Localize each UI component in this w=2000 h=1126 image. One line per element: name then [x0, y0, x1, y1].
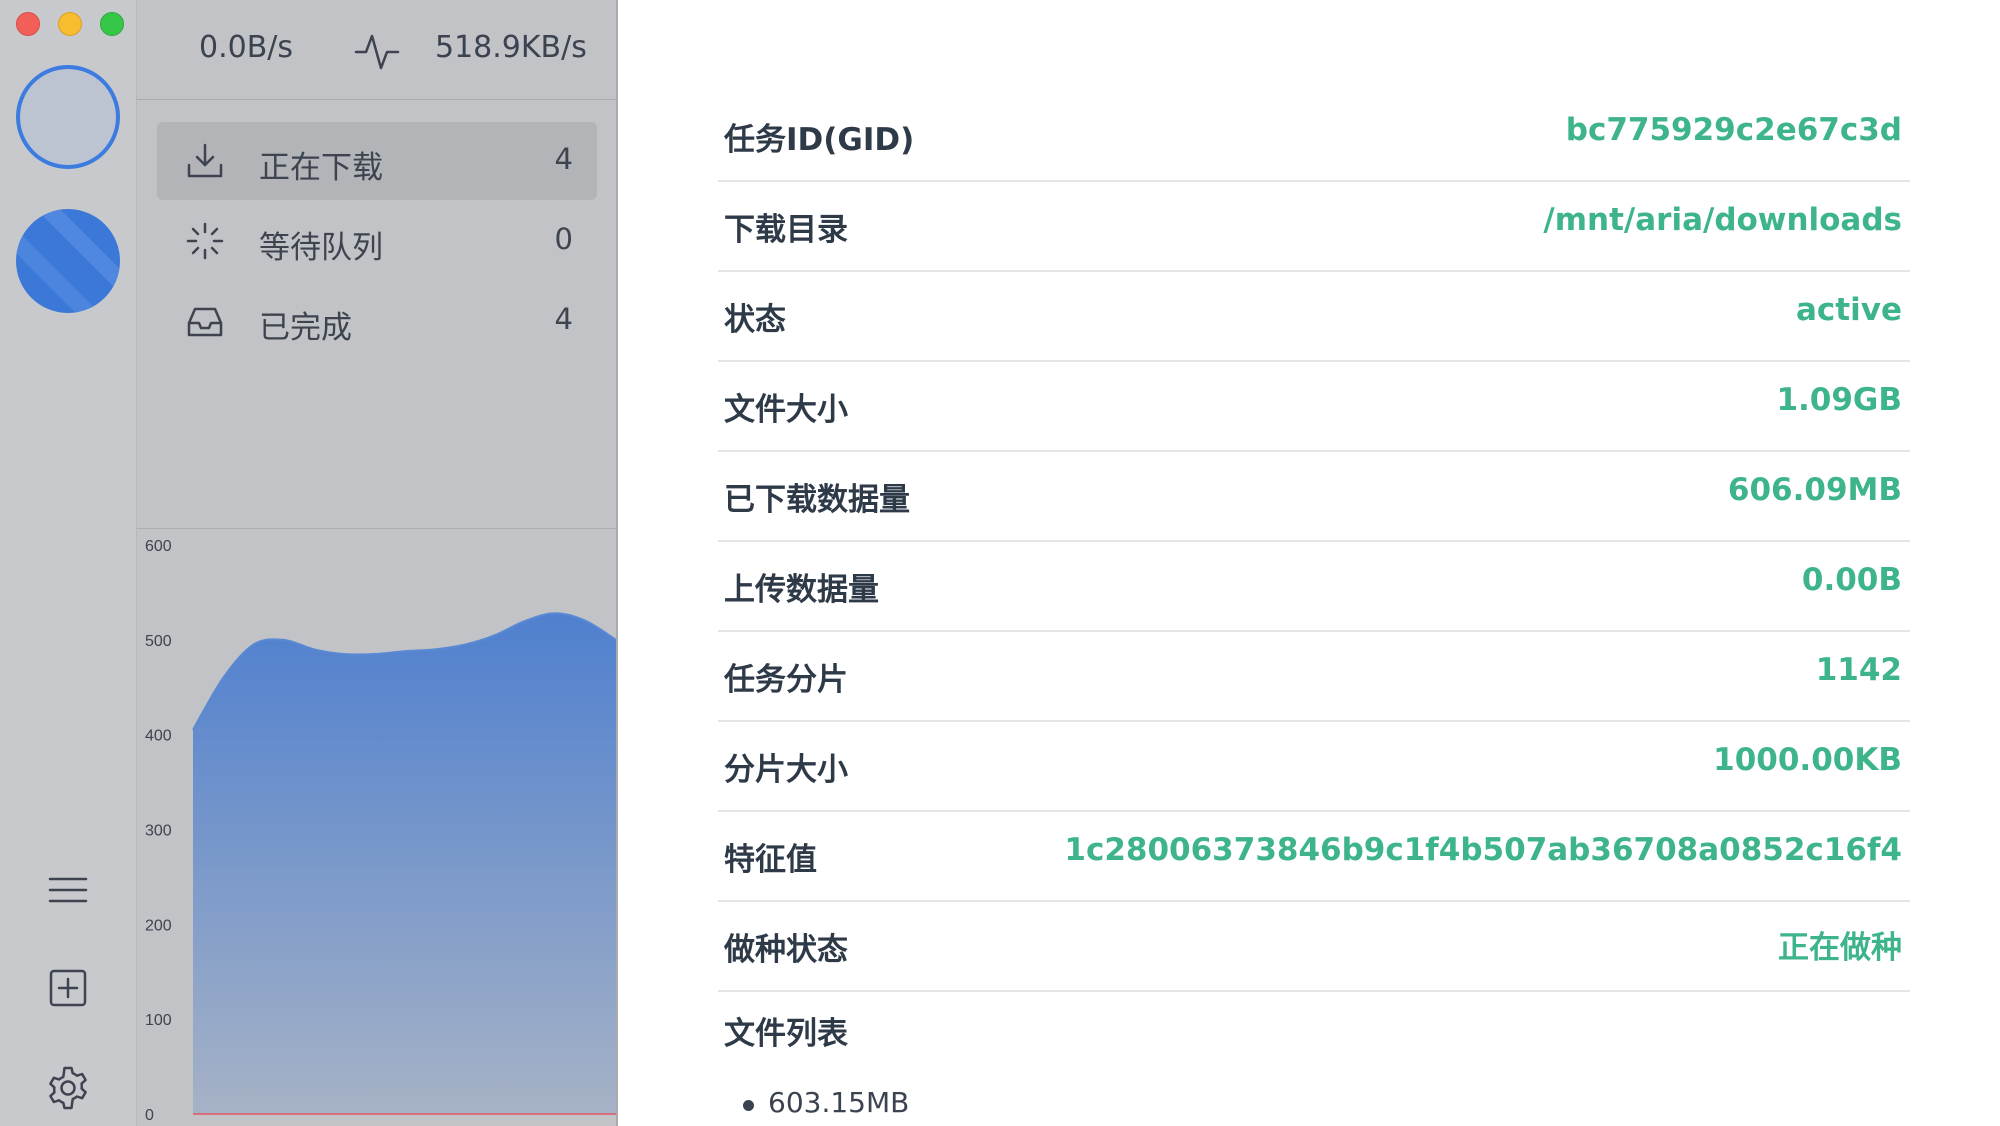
app-window: 0.0B/s 518.9KB/s 正在下载 4 等待队列 0 已完成 4 600…	[0, 0, 2000, 1126]
detail-row: 上传数据量 0.00B	[718, 542, 1910, 632]
detail-row: 特征值 1c28006373846b9c1f4b507ab36708a0852c1…	[718, 812, 1910, 902]
detail-row: 已下载数据量 606.09MB	[718, 452, 1910, 542]
add-task-icon[interactable]	[44, 964, 92, 1012]
y-tick-label: 200	[145, 917, 172, 934]
detail-row: 状态 active	[718, 272, 1910, 362]
detail-key: 上传数据量	[724, 572, 879, 608]
maximize-window-button[interactable]	[100, 12, 124, 36]
detail-key: 任务分片	[724, 662, 848, 698]
minimize-window-button[interactable]	[58, 12, 82, 36]
menu-item-downloading[interactable]: 正在下载 4	[157, 122, 597, 200]
y-tick-label: 600	[145, 538, 172, 555]
y-tick-label: 500	[145, 633, 172, 650]
window-controls	[16, 12, 124, 36]
loading-spinner-icon	[186, 222, 224, 260]
inbox-icon	[187, 307, 223, 337]
detail-row: 分片大小 1000.00KB	[718, 722, 1910, 812]
icon-rail	[0, 0, 137, 1126]
y-tick-label: 300	[145, 823, 172, 840]
menu-item-count: 0	[554, 222, 573, 256]
detail-value: 正在做种	[1778, 930, 1902, 966]
server-avatar-active[interactable]	[16, 209, 120, 313]
settings-gear-icon[interactable]	[44, 1064, 92, 1112]
menu-icon[interactable]	[44, 866, 92, 914]
menu-item-waiting[interactable]: 等待队列 0	[157, 202, 597, 280]
detail-key: 分片大小	[724, 752, 848, 788]
download-speed: 518.9KB/s	[435, 30, 587, 65]
menu-item-count: 4	[554, 302, 573, 336]
file-list-item: 603.15MB	[742, 1086, 910, 1119]
task-status-menu: 正在下载 4 等待队列 0 已完成 4	[157, 122, 597, 362]
activity-pulse-icon[interactable]	[354, 28, 400, 74]
detail-row: 做种状态 正在做种	[718, 902, 1910, 992]
detail-value: 1142	[1815, 652, 1902, 688]
detail-value: 1000.00KB	[1713, 742, 1902, 778]
detail-row: 任务ID(GID) bc775929c2e67c3d	[718, 92, 1910, 182]
upload-speed: 0.0B/s	[199, 30, 294, 65]
file-list-title: 文件列表	[724, 1016, 848, 1052]
menu-item-completed[interactable]: 已完成 4	[157, 282, 597, 360]
detail-value: 606.09MB	[1727, 472, 1902, 508]
download-speed-area	[193, 613, 616, 1114]
detail-key: 状态	[724, 302, 786, 338]
detail-value: bc775929c2e67c3d	[1565, 112, 1902, 148]
task-detail-list: 任务ID(GID) bc775929c2e67c3d 下载目录/mnt/aria/d…	[718, 92, 1910, 992]
detail-row: 文件大小 1.09GB	[718, 362, 1910, 452]
speed-area-chart: 600 500 400 300 200 100 0	[145, 538, 616, 1124]
detail-key: 任务ID(GID)	[724, 122, 915, 158]
detail-key: 文件大小	[724, 392, 848, 428]
server-avatar-outline[interactable]	[16, 65, 120, 169]
speed-bar: 0.0B/s 518.9KB/s	[137, 0, 618, 100]
y-tick-label: 100	[145, 1012, 172, 1029]
menu-item-count: 4	[554, 142, 573, 176]
detail-value: /mnt/aria/downloads	[1543, 202, 1902, 238]
speed-chart: 600 500 400 300 200 100 0	[137, 528, 616, 1126]
detail-row: 任务分片 1142	[718, 632, 1910, 722]
detail-key: 特征值	[724, 842, 817, 878]
menu-item-label: 正在下载	[259, 150, 383, 186]
detail-value: 0.00B	[1801, 562, 1902, 598]
menu-item-label: 已完成	[259, 310, 352, 346]
detail-key: 已下载数据量	[724, 482, 910, 518]
task-list-panel: 0.0B/s 518.9KB/s 正在下载 4 等待队列 0 已完成 4 600…	[137, 0, 618, 1126]
menu-item-label: 等待队列	[259, 230, 383, 266]
avatar-stripe-icon	[16, 209, 120, 313]
y-tick-label: 400	[145, 728, 172, 745]
detail-key: 做种状态	[724, 932, 848, 968]
task-detail-panel: 任务ID(GID) bc775929c2e67c3d 下载目录/mnt/aria/d…	[620, 0, 2000, 1126]
detail-key: 下载目录	[724, 212, 848, 248]
y-tick-label: 0	[145, 1107, 154, 1124]
detail-value: 1c28006373846b9c1f4b507ab36708a0852c16f4	[1064, 832, 1902, 868]
detail-value: active	[1796, 292, 1902, 328]
detail-row: 下载目录/mnt/aria/downloads	[718, 182, 1910, 272]
close-window-button[interactable]	[16, 12, 40, 36]
download-icon	[187, 143, 223, 178]
detail-value: 1.09GB	[1776, 382, 1902, 418]
